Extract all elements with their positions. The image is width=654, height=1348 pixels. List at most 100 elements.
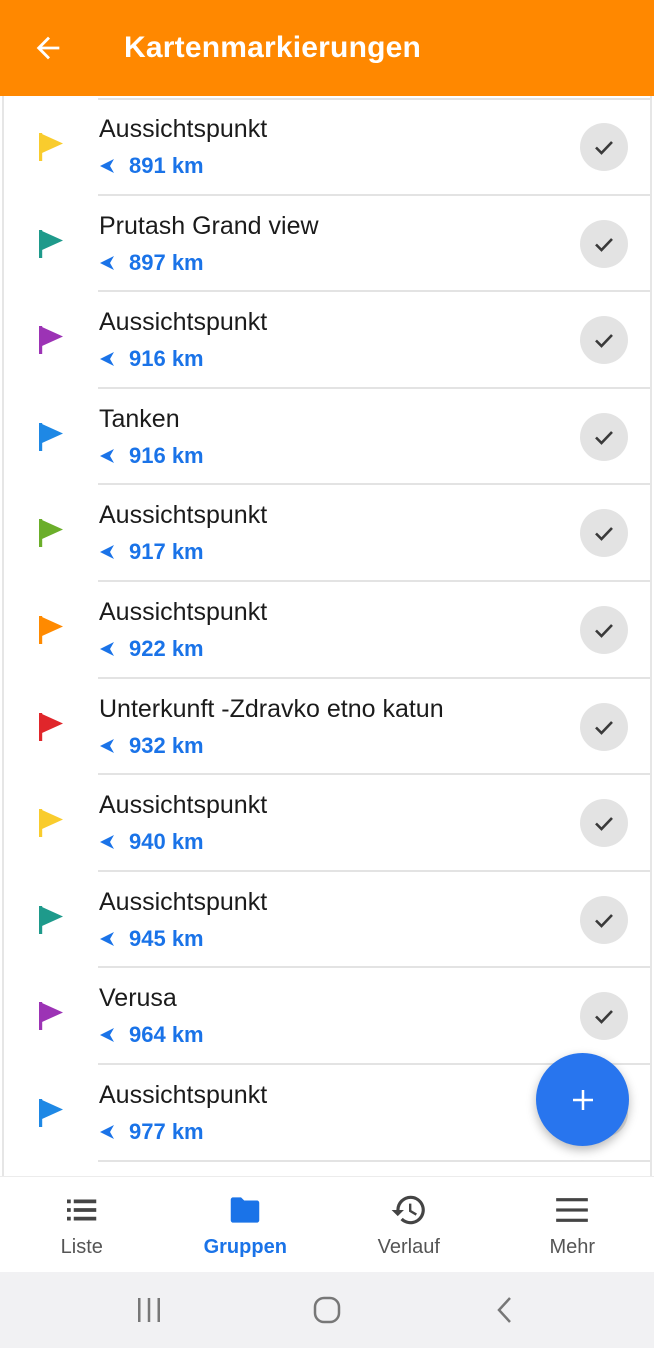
back-button[interactable] (0, 0, 96, 96)
flag-icon (39, 1002, 63, 1031)
nav-label: Mehr (549, 1236, 596, 1258)
nav-label: Gruppen (203, 1236, 287, 1258)
marker-distance: 897 km (99, 250, 204, 276)
flag-icon (39, 326, 63, 355)
check-icon (595, 430, 613, 445)
home-icon (313, 1296, 341, 1324)
direction-arrow-icon (100, 1125, 114, 1139)
recent-apps-icon (138, 1298, 160, 1322)
system-navigation-bar (0, 1272, 654, 1348)
marker-name: Tanken (99, 404, 180, 433)
marker-list-item[interactable]: Unterkunft -Zdravko etno katun 932 km (4, 679, 650, 776)
marker-name: Aussichtspunkt (99, 115, 268, 143)
nav-item-verlauf[interactable]: Verlauf (327, 1177, 491, 1272)
distance-value: 932 km (129, 732, 204, 758)
flag-icon (39, 519, 63, 548)
marker-distance: 964 km (99, 1022, 204, 1048)
mark-passed-button[interactable] (580, 316, 628, 365)
marker-distance: 916 km (99, 443, 204, 469)
app-bar: Kartenmarkierungen (0, 0, 654, 96)
mark-passed-button[interactable] (580, 412, 628, 461)
marker-list-item[interactable]: Aussichtspunkt 917 km (4, 485, 650, 582)
marker-name: Aussichtspunkt (99, 791, 268, 820)
mark-passed-button[interactable] (580, 702, 628, 751)
marker-list-item[interactable]: Verusa 964 km (4, 968, 650, 1065)
flag-icon (39, 616, 63, 644)
nav-item-liste[interactable]: Liste (0, 1177, 164, 1272)
distance-value: 922 km (129, 636, 204, 661)
recent-apps-button[interactable] (119, 1280, 179, 1340)
back-icon (497, 1297, 511, 1323)
list-divider (98, 1159, 650, 1162)
distance-value: 945 km (129, 925, 204, 951)
direction-arrow-icon (100, 255, 114, 270)
home-button[interactable] (297, 1280, 357, 1340)
check-icon (595, 527, 613, 542)
marker-name: Verusa (99, 984, 177, 1013)
page-title: Kartenmarkierungen (124, 31, 422, 64)
system-back-button[interactable] (475, 1280, 535, 1340)
folder-icon (225, 1190, 265, 1230)
mark-passed-button[interactable] (580, 799, 628, 848)
direction-arrow-icon (100, 352, 114, 367)
marker-distance: 977 km (99, 1119, 204, 1145)
mark-passed-button[interactable] (580, 895, 628, 944)
distance-value: 897 km (129, 249, 204, 275)
direction-arrow-icon (100, 448, 114, 463)
direction-arrow-icon (100, 159, 114, 173)
distance-value: 917 km (129, 539, 204, 565)
bottom-navigation: Liste Gruppen Verlauf Mehr (0, 1176, 654, 1272)
flag-icon (39, 422, 63, 451)
plus-icon (572, 1089, 593, 1110)
marker-name: Aussichtspunkt (99, 887, 268, 916)
marker-name: Aussichtspunkt (99, 308, 268, 337)
marker-list-item[interactable]: Tanken 916 km (4, 389, 650, 486)
menu-icon (552, 1190, 592, 1230)
add-marker-button[interactable] (536, 1053, 629, 1146)
check-icon (595, 237, 613, 252)
check-icon (595, 141, 613, 155)
mark-passed-button[interactable] (580, 123, 628, 171)
direction-arrow-icon (100, 545, 114, 560)
marker-name: Unterkunft -Zdravko etno katun (99, 694, 444, 723)
marker-name: Aussichtspunkt (99, 1081, 268, 1109)
check-icon (595, 624, 613, 638)
mark-passed-button[interactable] (580, 992, 628, 1041)
mark-passed-button[interactable] (580, 219, 628, 268)
flag-icon (39, 712, 63, 741)
marker-name: Aussichtspunkt (99, 598, 268, 626)
direction-arrow-icon (100, 835, 114, 850)
nav-item-mehr[interactable]: Mehr (491, 1177, 654, 1272)
marker-list-item[interactable]: Aussichtspunkt 922 km (4, 582, 650, 679)
nav-item-gruppen[interactable]: Gruppen (164, 1177, 328, 1272)
marker-name: Aussichtspunkt (99, 501, 268, 530)
flag-icon (39, 1099, 63, 1127)
marker-distance: 916 km (99, 346, 204, 372)
flag-icon (39, 133, 63, 161)
check-icon (595, 1010, 613, 1025)
distance-value: 964 km (129, 1022, 204, 1048)
marker-distance: 891 km (99, 153, 204, 179)
marker-list-item[interactable]: Aussichtspunkt 891 km (4, 99, 650, 196)
check-icon (595, 720, 613, 735)
distance-value: 916 km (129, 346, 204, 372)
marker-distance: 932 km (99, 733, 204, 759)
marker-distance: 945 km (99, 926, 204, 952)
check-icon (595, 334, 613, 349)
check-icon (595, 817, 613, 832)
check-icon (595, 913, 613, 928)
marker-distance: 917 km (99, 539, 204, 565)
direction-arrow-icon (100, 1028, 114, 1043)
arrow-back-icon (36, 36, 60, 60)
direction-arrow-icon (100, 931, 114, 946)
flag-icon (39, 809, 63, 838)
mark-passed-button[interactable] (580, 606, 628, 654)
marker-list-item[interactable]: Prutash Grand view 897 km (4, 196, 650, 293)
marker-list-item[interactable]: Aussichtspunkt 945 km (4, 872, 650, 969)
marker-list-item[interactable]: Aussichtspunkt 940 km (4, 775, 650, 872)
mark-passed-button[interactable] (580, 509, 628, 558)
marker-list[interactable]: Aussichtspunkt 891 km Prutash Grand view 89… (2, 96, 652, 1176)
nav-label: Liste (60, 1236, 103, 1258)
distance-value: 891 km (129, 153, 204, 178)
marker-list-item[interactable]: Aussichtspunkt 916 km (4, 292, 650, 389)
